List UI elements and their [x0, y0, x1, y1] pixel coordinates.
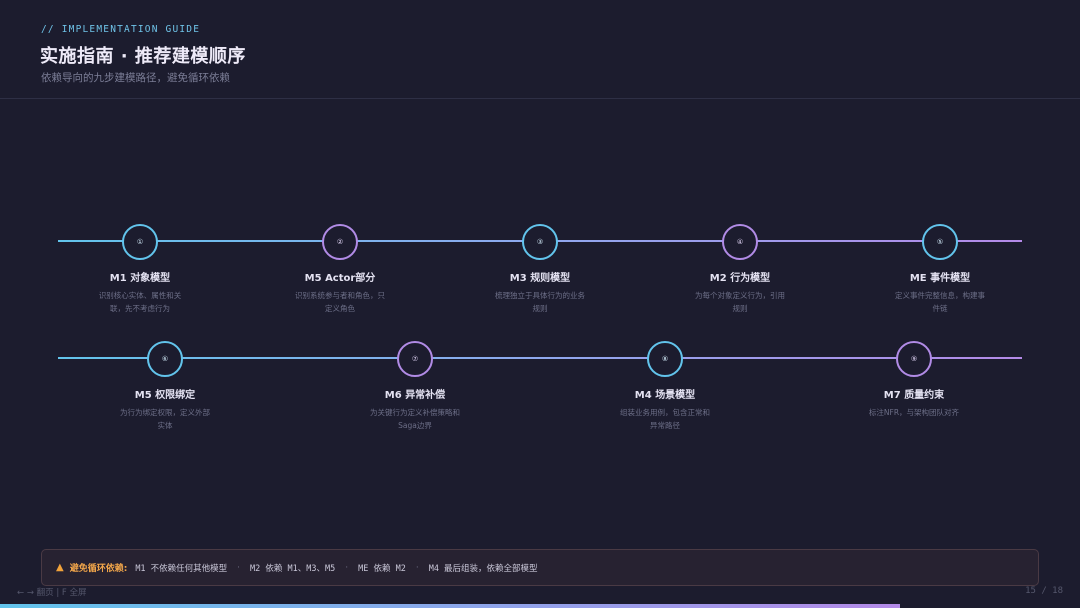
section-kicker: // IMPLEMENTATION GUIDE: [41, 24, 201, 35]
navigation-hint[interactable]: ← → 翻页 | F 全屏: [17, 586, 87, 598]
step-title: M1 对象模型: [109, 273, 171, 284]
step-description: 组装业务用例，包含正常和异常路径: [620, 408, 710, 430]
step-node: ⑥: [147, 341, 183, 377]
step-description: 定义事件完整信息，构建事件链: [895, 291, 985, 313]
warning-icon: ▲: [56, 562, 64, 573]
step-node: ⑨: [896, 341, 932, 377]
step-title: M4 场景模型: [634, 390, 696, 401]
step-description: 为每个对象定义行为，引用规则: [695, 291, 785, 313]
warning-item: ME 依赖 M2: [358, 563, 406, 574]
step-title: M3 规则模型: [509, 273, 571, 284]
step-description: 标注NFR，与架构团队对齐: [868, 408, 960, 417]
circular-dependency-warning: ▲ 避免循环依赖: M1 不依赖任何其他模型 · M2 依赖 M1、M3、M5 …: [41, 549, 1039, 586]
timeline-track-row2: [58, 357, 1022, 359]
warning-item: M1 不依赖任何其他模型: [135, 563, 228, 574]
step-node: ⑧: [647, 341, 683, 377]
progress-bar: [0, 604, 900, 608]
step-title: M5 Actor部分: [304, 273, 376, 284]
warning-item: M4 最后组装，依赖全部模型: [428, 563, 538, 574]
step-node: ⑤: [922, 224, 958, 260]
step-node: ④: [722, 224, 758, 260]
step-node: ③: [522, 224, 558, 260]
step-title: M2 行为模型: [709, 273, 771, 284]
header-divider: [0, 98, 1080, 99]
step-description: 为行为绑定权限，定义外部实体: [120, 408, 210, 430]
step-title: M6 异常补偿: [384, 390, 446, 401]
page-title: 实施指南 · 推荐建模顺序: [40, 46, 246, 67]
step-description: 识别系统参与者和角色，只定义角色: [295, 291, 385, 313]
step-title: ME 事件模型: [909, 273, 971, 284]
warning-separator: ·: [345, 562, 349, 573]
step-title: M7 质量约束: [883, 390, 945, 401]
warning-label: 避免循环依赖:: [69, 564, 128, 574]
page-subtitle: 依赖导向的九步建模路径，避免循环依赖: [41, 72, 230, 84]
warning-item: M2 依赖 M1、M3、M5: [250, 563, 336, 574]
warning-separator: ·: [415, 562, 419, 573]
page-number: 15 / 18: [1025, 586, 1063, 596]
step-title: M5 权限绑定: [134, 390, 196, 401]
warning-separator: ·: [237, 562, 241, 573]
step-description: 为关键行为定义补偿策略和Saga边界: [370, 408, 460, 430]
step-node: ⑦: [397, 341, 433, 377]
step-description: 梳理独立于具体行为的业务规则: [495, 291, 585, 313]
step-node: ②: [322, 224, 358, 260]
step-description: 识别核心实体、属性和关联，先不考虑行为: [98, 291, 182, 313]
step-node: ①: [122, 224, 158, 260]
slide: // IMPLEMENTATION GUIDE 实施指南 · 推荐建模顺序 依赖…: [0, 0, 1080, 608]
